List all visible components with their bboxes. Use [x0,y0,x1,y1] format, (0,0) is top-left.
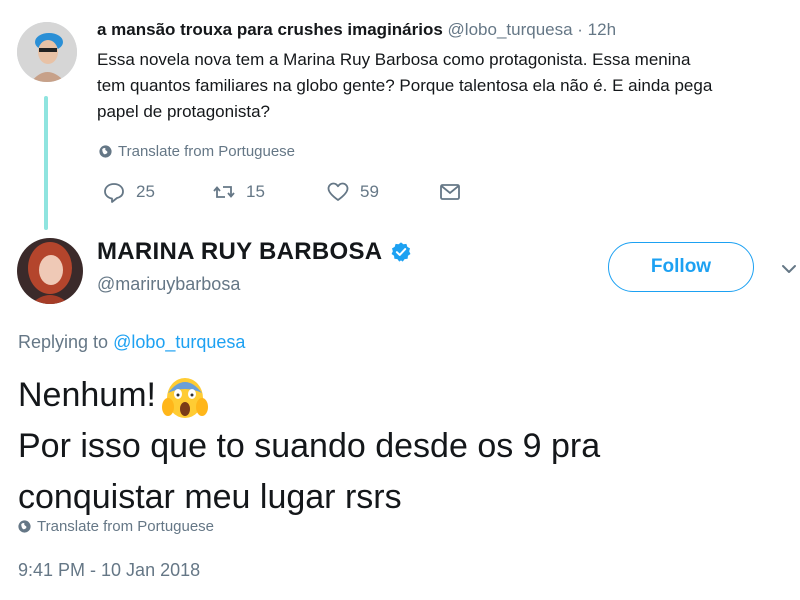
like-count: 59 [360,182,379,201]
reply-icon [104,183,124,203]
parent-display-name[interactable]: a mansão trouxa para crushes imaginários [97,20,443,39]
main-avatar[interactable] [17,238,83,304]
main-translate-label: Translate from Portuguese [37,518,215,535]
reply-count: 25 [136,182,155,201]
meta-separator: · [572,20,588,39]
retweet-icon [213,186,235,198]
verified-badge-icon [391,242,411,262]
globe-icon [99,145,112,158]
replying-prefix: Replying to [18,332,114,352]
thread-connector-line [44,96,48,230]
parent-tweet-header: a mansão trouxa para crushes imaginários… [97,20,616,40]
tweet-line-1-text: Nenhum! [18,376,156,414]
parent-translate-label: Translate from Portuguese [118,143,296,160]
like-icon [327,182,349,201]
direct-message-action[interactable] [438,180,462,204]
main-tweet-text: Nenhum! Por isso que to suando desde os … [18,370,600,523]
dm-icon [440,184,460,200]
main-avatar-image [17,238,83,304]
parent-translate-link[interactable]: Translate from Portuguese [99,143,295,160]
parent-handle[interactable]: @lobo_turquesa [448,20,573,39]
main-handle[interactable]: @mariruybarbosa [97,274,240,295]
tweet-line-1: Nenhum! [18,370,600,421]
tweet-timestamp[interactable]: 9:41 PM - 10 Jan 2018 [18,560,200,581]
parent-time[interactable]: 12h [588,20,616,39]
follow-button[interactable]: Follow [608,242,754,292]
main-display-name-row: MARINA RUY BARBOSA [97,238,412,266]
globe-icon [18,520,31,533]
like-action[interactable]: 59 [326,180,379,204]
main-display-name[interactable]: MARINA RUY BARBOSA [97,238,382,266]
replying-to: Replying to @lobo_turquesa [18,332,245,353]
screaming-face-emoji [161,378,208,419]
retweet-action[interactable]: 15 [212,180,265,204]
replying-mention-link[interactable]: @lobo_turquesa [113,332,245,352]
parent-avatar[interactable] [17,22,77,82]
parent-tweet-text: Essa novela nova tem a Marina Ruy Barbos… [97,50,713,121]
parent-avatar-image [17,22,77,82]
main-translate-link[interactable]: Translate from Portuguese [18,518,214,535]
tweet-line-2: Por isso que to suando desde os 9 pra [18,427,601,466]
chevron-down-icon[interactable] [780,262,798,276]
reply-action[interactable]: 25 [102,180,155,204]
tweet-line-3: conquistar meu lugar rsrs [18,478,402,517]
retweet-count: 15 [246,182,265,201]
